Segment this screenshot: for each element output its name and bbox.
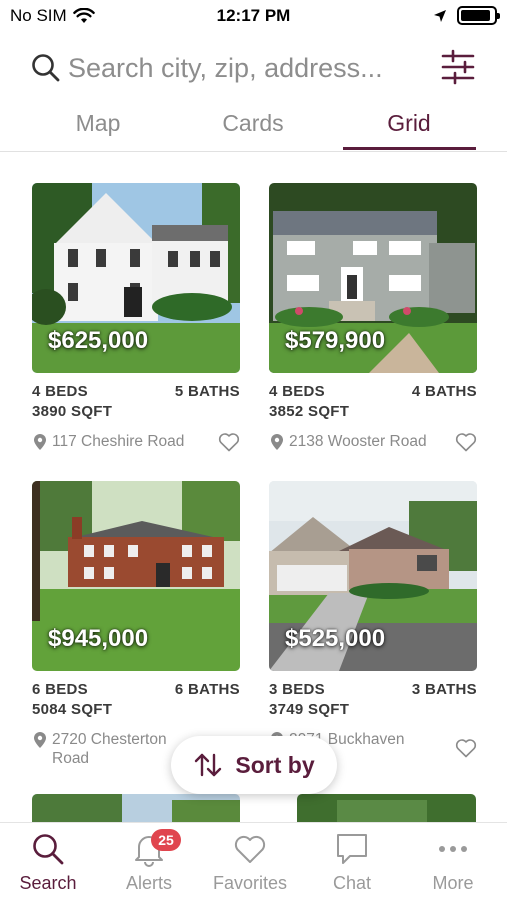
listing-stats: 4 BEDS 4 BATHS: [269, 383, 477, 403]
nav-alerts[interactable]: 25 Alerts: [99, 829, 199, 894]
listing-address: 117 Cheshire Road: [52, 433, 185, 450]
listing-beds: 4 BEDS: [32, 383, 88, 400]
favorite-heart-icon[interactable]: [455, 432, 477, 452]
listing-sqft: 3890 SQFT: [32, 403, 113, 420]
listing-address: 2138 Wooster Road: [289, 433, 427, 450]
favorite-heart-icon[interactable]: [218, 432, 240, 452]
filter-sliders-icon[interactable]: [441, 48, 475, 86]
listing-photo[interactable]: $625,000: [32, 183, 240, 373]
listing-sqft: 5084 SQFT: [32, 701, 113, 718]
heart-icon: [234, 835, 266, 863]
listing-card[interactable]: $625,000 4 BEDS 5 BATHS 3890 SQFT 117 Ch…: [32, 183, 240, 454]
listing-price: $625,000: [48, 327, 149, 354]
listing-stats: 6 BEDS 6 BATHS: [32, 681, 240, 701]
nav-more-label: More: [432, 873, 474, 893]
listing-address-row: 2138 Wooster Road: [269, 432, 477, 454]
location-arrow-icon: [434, 9, 446, 22]
sort-button[interactable]: Sort by: [171, 736, 337, 794]
listing-price: $579,900: [285, 327, 386, 354]
battery-icon: [457, 6, 500, 25]
nav-chat-label: Chat: [332, 873, 372, 893]
active-tab-indicator: [343, 147, 476, 150]
sort-arrows-icon: [195, 753, 222, 777]
view-tabs: Map Cards Grid: [0, 100, 507, 152]
search-input[interactable]: [68, 50, 428, 86]
listing-beds: 4 BEDS: [269, 383, 325, 400]
tab-cards[interactable]: Cards: [173, 110, 333, 137]
search-icon: [32, 54, 60, 82]
listing-card[interactable]: $945,000 6 BEDS 6 BATHS 5084 SQFT 2720 C…: [32, 481, 240, 768]
nav-favorites[interactable]: Favorites: [200, 831, 300, 894]
status-bar: No SIM 12:17 PM: [0, 0, 507, 34]
nav-favorites-label: Favorites: [212, 873, 288, 893]
listing-price: $525,000: [285, 625, 386, 652]
search-bar: [0, 40, 507, 96]
listing-beds: 3 BEDS: [269, 681, 325, 698]
more-icon: [439, 846, 467, 852]
nav-alerts-label: Alerts: [125, 873, 172, 893]
location-pin-icon: [271, 434, 283, 450]
alerts-badge: 25: [151, 829, 181, 851]
tab-grid[interactable]: Grid: [329, 110, 489, 137]
listing-baths: 6 BATHS: [174, 681, 240, 698]
listing-price: $945,000: [48, 625, 149, 652]
listing-baths: 5 BATHS: [174, 383, 240, 400]
status-right-group: [433, 6, 500, 25]
chat-icon: [337, 834, 367, 864]
listing-beds: 6 BEDS: [32, 681, 88, 698]
listing-photo[interactable]: $945,000: [32, 481, 240, 671]
search-icon: [33, 834, 64, 865]
listing-baths: 3 BATHS: [411, 681, 477, 698]
sort-button-label: Sort by: [235, 751, 315, 778]
tab-map[interactable]: Map: [18, 110, 178, 137]
nav-search[interactable]: Search: [0, 831, 98, 894]
bottom-tab-bar: Search 25 Alerts Favorites Chat More: [0, 822, 507, 900]
listing-card[interactable]: $579,900 4 BEDS 4 BATHS 3852 SQFT 2138 W…: [269, 183, 477, 454]
listing-baths: 4 BATHS: [411, 383, 477, 400]
nav-search-label: Search: [19, 873, 77, 893]
listing-stats: 4 BEDS 5 BATHS: [32, 383, 240, 403]
status-time: 12:17 PM: [216, 6, 291, 25]
location-pin-icon: [34, 732, 46, 748]
listing-sqft: 3749 SQFT: [269, 701, 350, 718]
listing-photo-partial[interactable]: [297, 794, 476, 822]
listing-photo[interactable]: $525,000: [269, 481, 477, 671]
nav-more[interactable]: More: [403, 831, 503, 894]
listing-photo-partial[interactable]: [32, 794, 240, 822]
listing-sqft: 3852 SQFT: [269, 403, 350, 420]
listing-photo[interactable]: $579,900: [269, 183, 477, 373]
location-pin-icon: [34, 434, 46, 450]
listing-stats: 3 BEDS 3 BATHS: [269, 681, 477, 701]
battery-level: [461, 10, 490, 21]
nav-chat[interactable]: Chat: [302, 831, 402, 894]
favorite-heart-icon[interactable]: [455, 738, 477, 758]
listing-address-row: 117 Cheshire Road: [32, 432, 240, 454]
listing-card[interactable]: $525,000 3 BEDS 3 BATHS 3749 SQFT 2071 B…: [269, 481, 477, 758]
